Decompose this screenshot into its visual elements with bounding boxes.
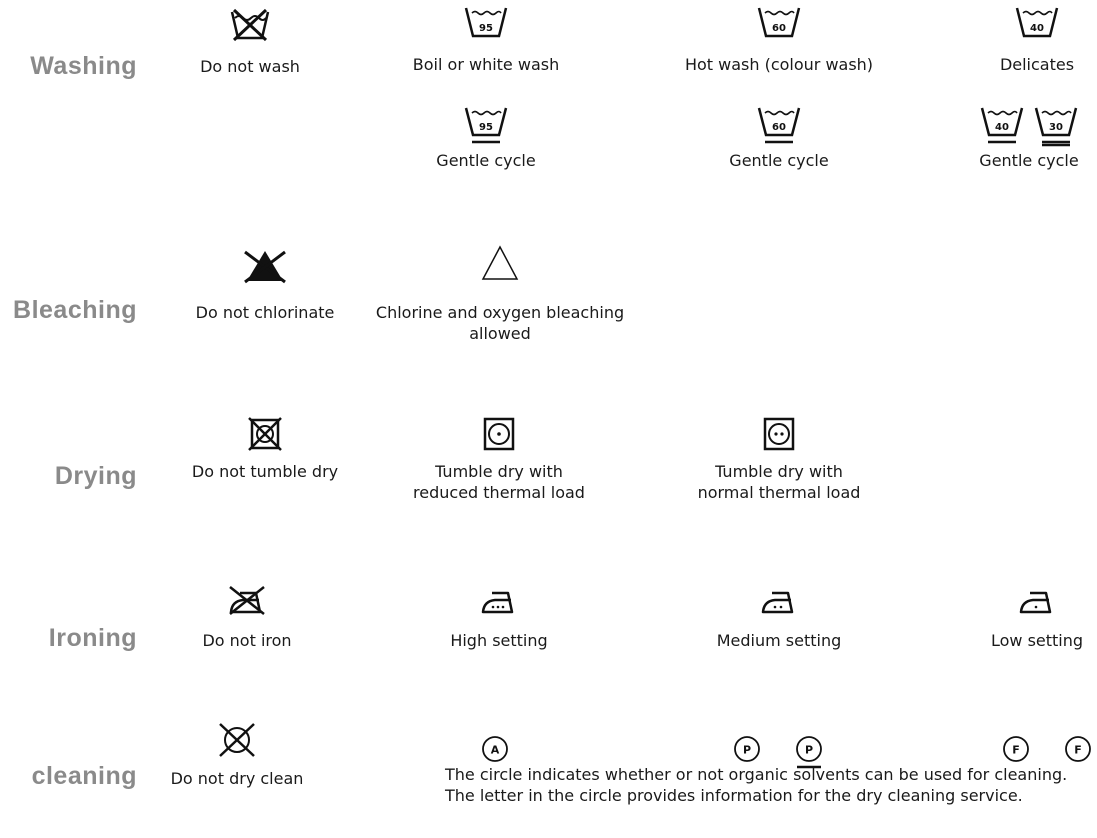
drying-normal: Tumble dry with normal thermal load — [639, 416, 919, 503]
gentle-tub-pair: 40 30 — [889, 105, 1097, 147]
washing-delicates-caption: Delicates — [999, 55, 1075, 74]
ironing-high: High setting — [359, 584, 639, 651]
ironing-do-not-iron: Do not iron — [107, 584, 387, 651]
wash-tub-60-gentle-icon: 60 — [757, 107, 801, 144]
wash-temp-label: 40 — [995, 122, 1009, 133]
wash-temp-label: 40 — [1030, 23, 1044, 34]
wash-tub-40-icon: 40 — [1015, 7, 1059, 38]
washing-gentle-60: 60 Gentle cycle — [639, 105, 919, 171]
washing-hot: 60 Hot wash (colour wash) — [639, 5, 919, 75]
dry-clean-p-icon: P — [734, 736, 760, 762]
washing-gentle-95-caption: Gentle cycle — [436, 151, 536, 170]
cleaning-do-not-dry-clean: Do not dry clean — [97, 722, 377, 789]
bleaching-allowed-caption-line1: Chlorine and oxygen bleaching — [375, 303, 625, 322]
wash-temp-label: 30 — [1049, 122, 1063, 133]
wash-temp-label: 95 — [479, 122, 493, 133]
drying-reduced: Tumble dry with reduced thermal load — [359, 416, 639, 503]
wash-temp-label: 60 — [772, 23, 786, 34]
washing-delicates: 40 Delicates — [897, 5, 1097, 75]
ironing-medium: Medium setting — [639, 584, 919, 651]
drying-normal-caption-line1: Tumble dry with — [715, 462, 843, 481]
ironing-low-caption: Low setting — [990, 631, 1084, 650]
drying-reduced-caption-line2: reduced thermal load — [413, 483, 585, 502]
bleaching-allowed-caption-line2: allowed — [469, 324, 531, 343]
wash-tub-95-icon: 95 — [464, 7, 508, 38]
do-not-tumble-dry-icon — [248, 417, 282, 451]
do-not-wash-icon — [230, 8, 270, 42]
washing-gentle-60-caption: Gentle cycle — [729, 151, 829, 170]
dry-clean-f-gentle-icon: F — [1065, 736, 1091, 762]
drying-normal-caption-line2: normal thermal load — [697, 483, 861, 502]
bleaching-allowed: Chlorine and oxygen bleaching allowed — [360, 244, 640, 344]
category-bleaching: Bleaching — [13, 296, 137, 324]
dry-clean-letter: P — [805, 744, 813, 757]
wash-tub-40-gentle-icon: 40 — [980, 107, 1024, 144]
washing-boil-caption: Boil or white wash — [412, 55, 560, 74]
dry-clean-f-icon: F — [1003, 736, 1029, 762]
washing-boil: 95 Boil or white wash — [346, 5, 626, 75]
dry-clean-a-icon: A — [482, 736, 508, 762]
washing-gentle-40-30: 40 30 Gentle cycle — [889, 105, 1097, 171]
iron-medium-icon — [761, 591, 794, 614]
dry-clean-letter: F — [1074, 744, 1082, 757]
wash-tub-60-icon: 60 — [757, 7, 801, 38]
dry-clean-letter: P — [743, 744, 751, 757]
tumble-dry-normal-icon — [763, 417, 795, 451]
dry-clean-letter: A — [491, 744, 500, 757]
ironing-medium-caption: Medium setting — [716, 631, 842, 650]
do-not-chlorinate-icon — [244, 250, 286, 284]
dry-cleaning-note-line2: The letter in the circle provides inform… — [445, 786, 1023, 805]
washing-gentle-40-30-caption: Gentle cycle — [979, 151, 1079, 170]
wash-tub-95-gentle-icon: 95 — [464, 107, 508, 144]
iron-high-icon — [481, 591, 514, 614]
wash-temp-label: 60 — [772, 122, 786, 133]
do-not-dry-clean-icon — [219, 723, 255, 757]
dry-cleaning-note: The circle indicates whether or not orga… — [445, 764, 1067, 806]
ironing-low: Low setting — [897, 584, 1097, 651]
washing-gentle-95: 95 Gentle cycle — [346, 105, 626, 171]
ironing-do-not-iron-caption: Do not iron — [202, 631, 292, 650]
washing-hot-caption: Hot wash (colour wash) — [684, 55, 874, 74]
dry-clean-letter: F — [1012, 744, 1020, 757]
wash-temp-label: 95 — [479, 23, 493, 34]
drying-reduced-caption-line1: Tumble dry with — [435, 462, 563, 481]
wash-tub-30-gentle-icon: 30 — [1034, 107, 1078, 147]
cleaning-do-not-dry-clean-caption: Do not dry clean — [170, 769, 304, 788]
iron-low-icon — [1019, 591, 1052, 614]
dry-cleaning-note-line1: The circle indicates whether or not orga… — [445, 765, 1068, 784]
tumble-dry-low-icon — [483, 417, 515, 451]
bleach-allowed-triangle-icon — [481, 245, 519, 280]
ironing-high-caption: High setting — [450, 631, 548, 650]
do-not-iron-icon — [229, 586, 265, 615]
